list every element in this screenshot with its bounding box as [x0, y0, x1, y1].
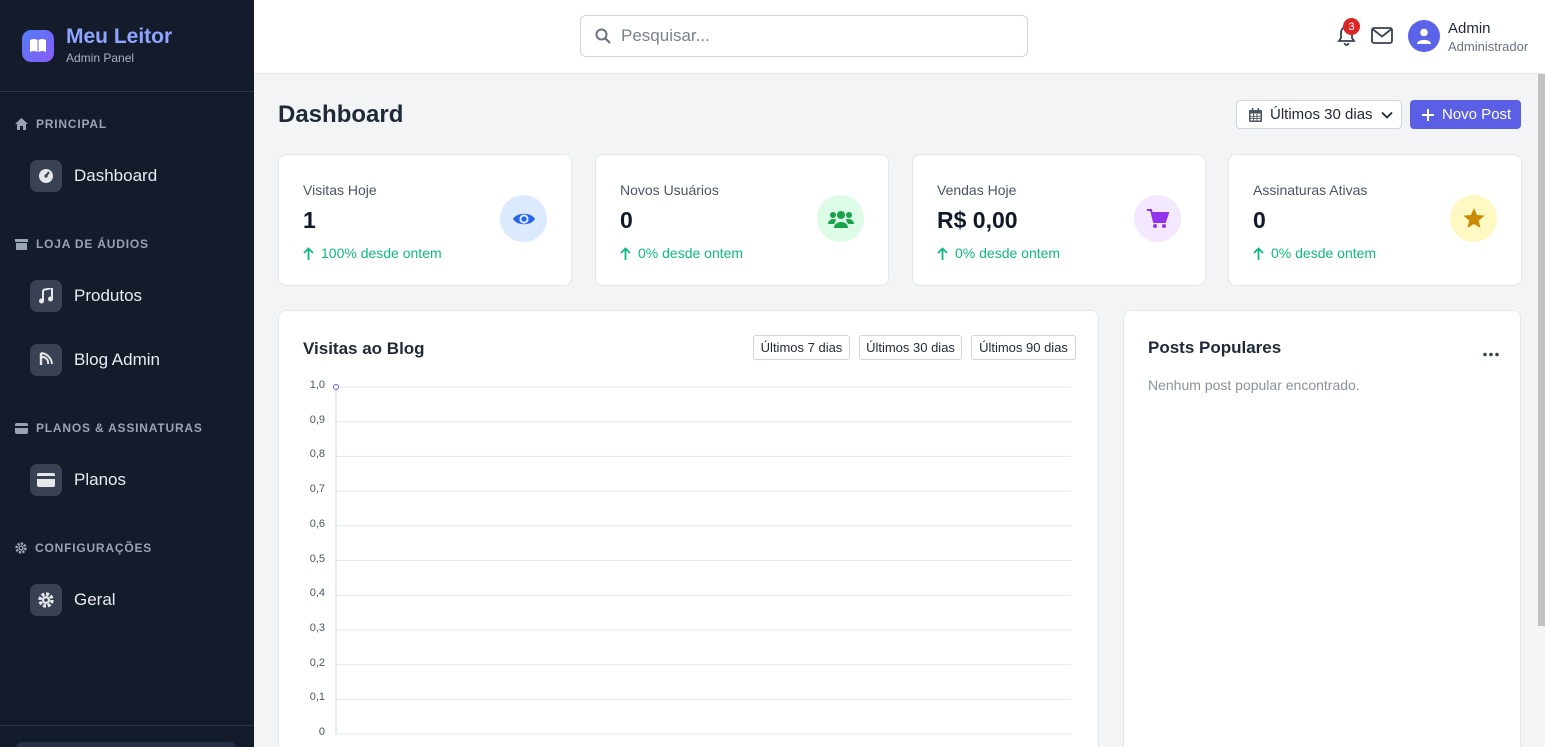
panel-title: Posts Populares: [1148, 338, 1282, 357]
stat-value: R$ 0,00: [937, 207, 1018, 233]
nav-section-configuracoes: CONFIGURAÇÕES: [15, 541, 152, 555]
stat-value: 0: [1253, 207, 1266, 233]
search-input[interactable]: [621, 26, 1001, 46]
stat-card-sales: Vendas Hoje R$ 0,00 0% desde ontem: [912, 154, 1206, 286]
brand-subtitle: Admin Panel: [66, 51, 135, 65]
sidebar-item-label: Blog Admin: [74, 350, 160, 369]
card-icon: [15, 422, 28, 434]
stat-change: 0% desde ontem: [937, 245, 1060, 261]
star-icon: [1450, 195, 1497, 242]
stat-change-text: 0% desde ontem: [1271, 245, 1377, 261]
search-box[interactable]: [580, 15, 1028, 57]
eye-icon: [500, 195, 547, 242]
arrow-up-icon: [303, 246, 314, 260]
chevron-down-icon: [1380, 111, 1393, 119]
blog-visits-panel: Visitas ao Blog Últimos 7 dias Últimos 3…: [278, 310, 1099, 747]
user-icon: [1417, 28, 1431, 44]
sidebar-item-produtos[interactable]: Produtos: [30, 280, 142, 312]
gear-icon: [30, 584, 62, 616]
arrow-up-icon: [620, 246, 631, 260]
stat-change-text: 0% desde ontem: [638, 245, 744, 261]
date-range-label: Últimos 30 dias: [1270, 106, 1373, 123]
stat-card-visits: Visitas Hoje 1 100% desde ontem: [278, 154, 572, 286]
stat-label: Vendas Hoje: [937, 182, 1017, 198]
brand[interactable]: Meu Leitor Admin Panel: [0, 0, 254, 92]
stat-value: 1: [303, 207, 316, 233]
topbar: 3 Admin Administrador: [254, 0, 1545, 74]
more-options-icon[interactable]: [1483, 344, 1499, 362]
cart-icon: [1134, 195, 1181, 242]
nav-section-planos: PLANOS & ASSINATURAS: [15, 421, 203, 435]
empty-state-message: Nenhum post popular encontrado.: [1148, 377, 1360, 393]
arrow-up-icon: [1253, 246, 1264, 260]
scrollbar[interactable]: [1538, 74, 1545, 626]
sidebar-item-dashboard[interactable]: Dashboard: [30, 160, 157, 192]
stat-change-text: 100% desde ontem: [321, 245, 442, 261]
sidebar-footer-box[interactable]: [16, 742, 236, 747]
store-icon: [15, 239, 28, 250]
music-icon: [30, 280, 62, 312]
nav-section-principal: PRINCIPAL: [15, 117, 107, 131]
mail-icon[interactable]: [1371, 27, 1393, 49]
gauge-icon: [30, 160, 62, 192]
avatar[interactable]: [1408, 20, 1440, 52]
stat-card-new-users: Novos Usuários 0 0% desde ontem: [595, 154, 889, 286]
stat-change-text: 0% desde ontem: [955, 245, 1061, 261]
stat-change: 0% desde ontem: [1253, 245, 1376, 261]
nav-section-label: PRINCIPAL: [36, 117, 107, 131]
stat-change: 100% desde ontem: [303, 245, 442, 261]
stat-card-subscriptions: Assinaturas Ativas 0 0% desde ontem: [1228, 154, 1522, 286]
popular-posts-panel: Posts Populares Nenhum post popular enco…: [1123, 310, 1521, 747]
credit-card-icon: [30, 464, 62, 496]
users-icon: [817, 195, 864, 242]
nav-section-label: LOJA DE ÁUDIOS: [36, 237, 149, 251]
sidebar: Meu Leitor Admin Panel PRINCIPAL Dashboa…: [0, 0, 254, 747]
arrow-up-icon: [937, 246, 948, 260]
sidebar-item-label: Dashboard: [74, 166, 158, 185]
stat-change: 0% desde ontem: [620, 245, 743, 261]
gear-icon: [15, 542, 27, 554]
calendar-icon: [1249, 107, 1262, 122]
sidebar-item-geral[interactable]: Geral: [30, 584, 116, 616]
stat-label: Assinaturas Ativas: [1253, 182, 1368, 198]
stat-label: Novos Usuários: [620, 182, 719, 198]
sidebar-item-planos[interactable]: Planos: [30, 464, 126, 496]
nav-section-label: PLANOS & ASSINATURAS: [36, 421, 203, 435]
stat-label: Visitas Hoje: [303, 182, 377, 198]
new-post-button[interactable]: Novo Post: [1410, 100, 1521, 129]
user-role: Administrador: [1448, 39, 1529, 54]
book-icon: [22, 29, 54, 62]
search-icon: [595, 28, 611, 44]
home-icon: [15, 118, 28, 130]
sidebar-footer: [0, 725, 254, 747]
data-point[interactable]: [333, 384, 339, 390]
nav-section-label: CONFIGURAÇÕES: [35, 541, 153, 555]
page-title: Dashboard: [278, 101, 404, 128]
sidebar-item-label: Produtos: [74, 286, 143, 305]
blog-visits-chart: [333, 384, 1071, 735]
plus-icon: [1422, 108, 1434, 121]
user-name: Admin: [1448, 20, 1491, 37]
sidebar-item-blog-admin[interactable]: Blog Admin: [30, 344, 160, 376]
sidebar-item-label: Planos: [74, 470, 126, 489]
new-post-label: Novo Post: [1442, 106, 1512, 123]
notification-badge: 3: [1343, 18, 1360, 35]
brand-title: Meu Leitor: [66, 25, 173, 48]
sidebar-item-label: Geral: [74, 590, 116, 609]
stat-value: 0: [620, 207, 633, 233]
nav-section-loja: LOJA DE ÁUDIOS: [15, 237, 149, 251]
date-range-select[interactable]: Últimos 30 dias: [1236, 100, 1402, 129]
blog-icon: [30, 344, 62, 376]
